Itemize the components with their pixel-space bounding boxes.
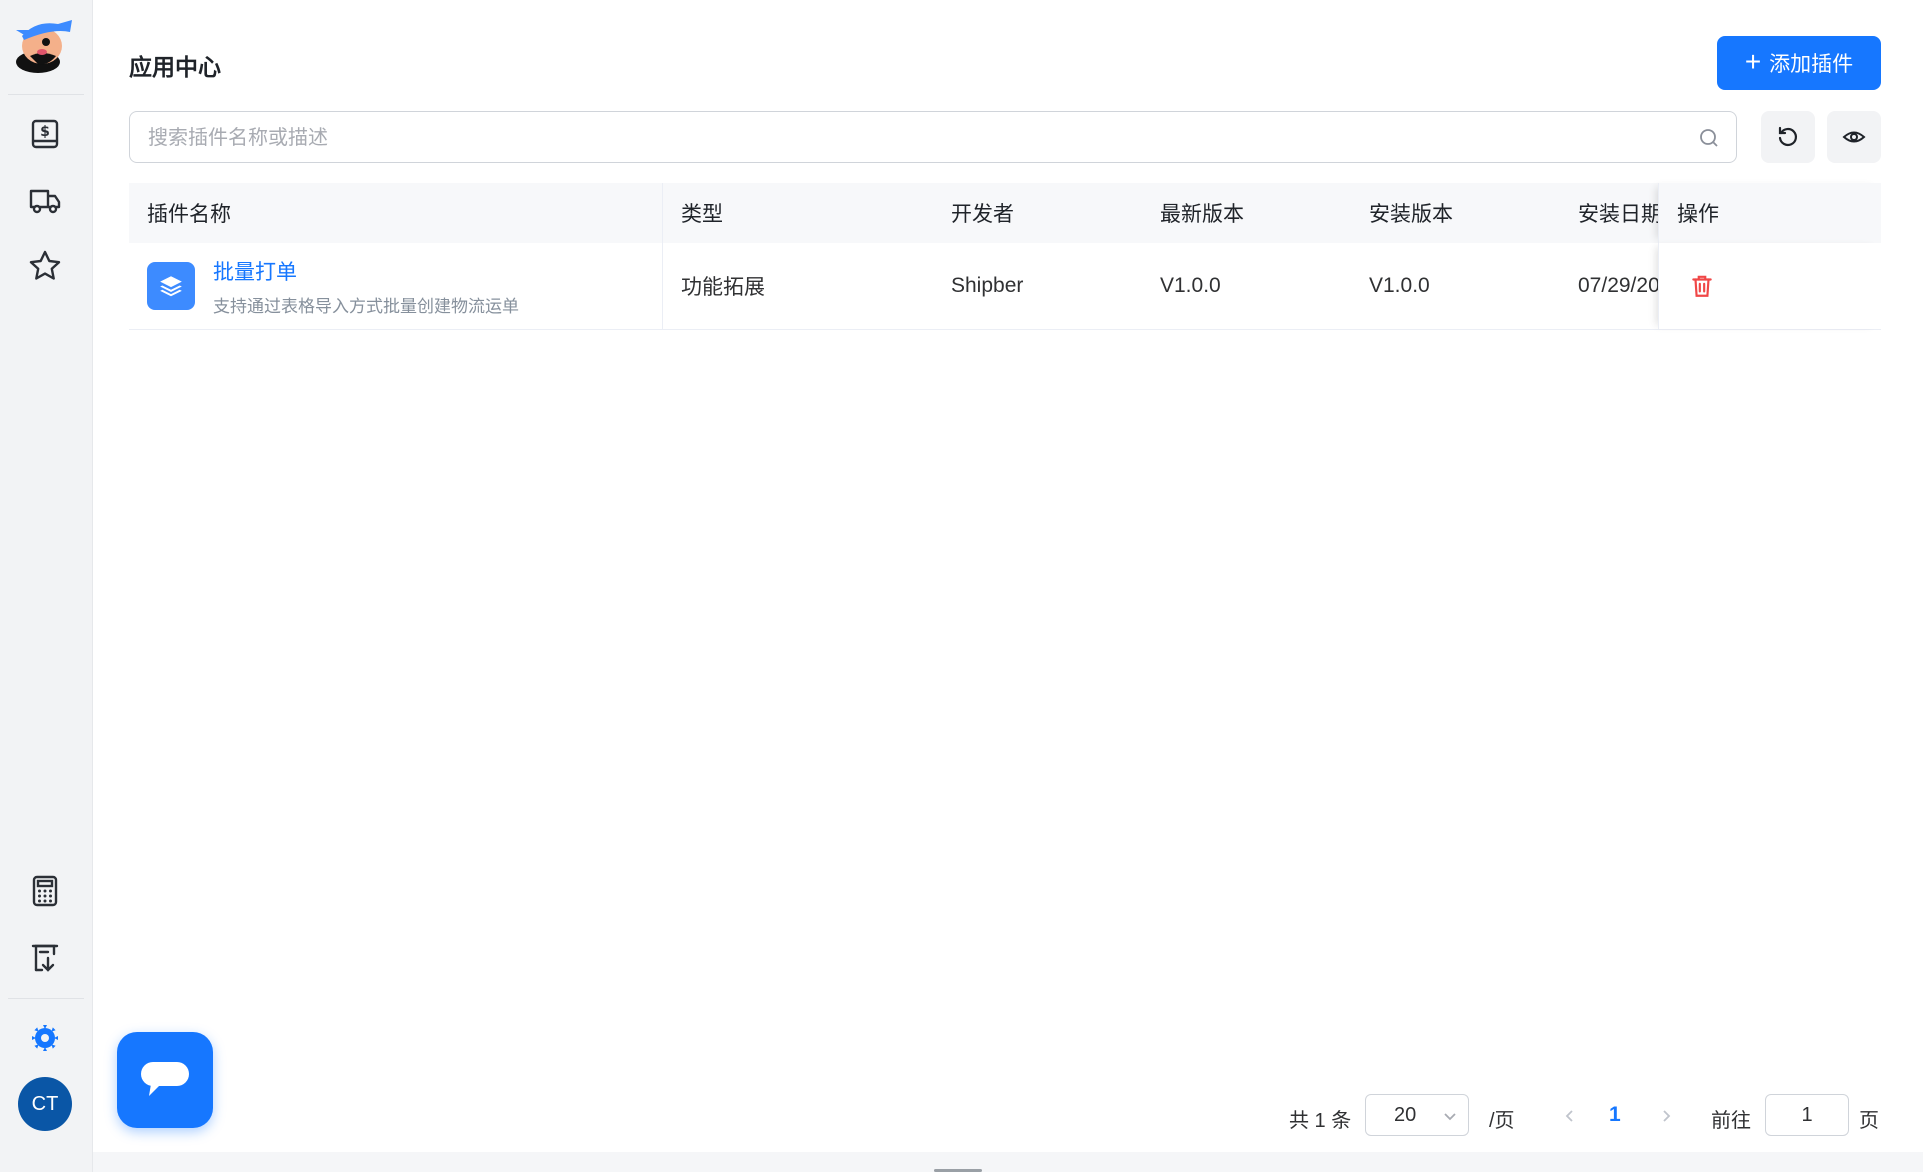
table-row[interactable]: 批量打单 支持通过表格导入方式批量创建物流运单 功能拓展 Shipber V1.… [129, 243, 1881, 330]
column-header-type[interactable]: 类型 [663, 183, 933, 243]
plugin-name-link[interactable]: 批量打单 [213, 256, 519, 286]
page-number-current[interactable]: 1 [1609, 1103, 1621, 1127]
page-size-value: 20 [1394, 1103, 1417, 1126]
plugin-type: 功能拓展 [681, 276, 765, 299]
brand-logo[interactable] [12, 16, 78, 74]
bottom-strip [93, 1152, 1923, 1172]
goto-page-suffix: 页 [1859, 1110, 1879, 1132]
avatar-initials: CT [31, 1092, 59, 1115]
view-button[interactable] [1827, 111, 1881, 163]
calculator-icon[interactable] [24, 870, 66, 912]
chat-support-button[interactable] [117, 1032, 213, 1128]
download-receipt-icon[interactable] [24, 936, 66, 978]
plugins-table: 插件名称 类型 开发者 最新版本 安装版本 安装日期 操作 批量打单 支持通过表… [129, 183, 1881, 330]
plus-icon: + [1744, 45, 1762, 77]
plugin-cell: 批量打单 支持通过表格导入方式批量创建物流运单 [129, 243, 663, 329]
pagination: 共 1 条 20 /页 1 前往 页 [93, 1094, 1923, 1138]
page-size-unit: /页 [1489, 1110, 1515, 1132]
sidebar-divider [8, 998, 84, 999]
truck-icon[interactable] [24, 179, 66, 221]
refresh-icon [1778, 126, 1798, 147]
column-header-install-date[interactable]: 安装日期 [1560, 183, 1658, 243]
sidebar: $ CT [0, 0, 93, 1172]
search-input[interactable] [130, 112, 1690, 164]
add-plugin-button[interactable]: + 添加插件 [1717, 36, 1881, 90]
actions-cell [1658, 243, 1881, 329]
dollar-bill-icon[interactable]: $ [24, 113, 66, 155]
plugin-latest-version: V1.0.0 [1160, 274, 1221, 297]
column-header-latest-version[interactable]: 最新版本 [1142, 183, 1351, 243]
star-icon[interactable] [24, 245, 66, 287]
svg-text:$: $ [40, 124, 50, 140]
plugin-description: 支持通过表格导入方式批量创建物流运单 [213, 296, 519, 316]
column-header-actions: 操作 [1658, 183, 1881, 243]
layers-icon [147, 262, 195, 310]
sidebar-divider [8, 94, 84, 95]
page-size-select[interactable]: 20 [1365, 1094, 1469, 1136]
pagination-total: 共 1 条 [1289, 1110, 1352, 1132]
plugin-install-date: 07/29/202 [1578, 274, 1658, 297]
search-icon[interactable] [1698, 127, 1720, 149]
column-header-developer[interactable]: 开发者 [933, 183, 1142, 243]
plugin-installed-version: V1.0.0 [1369, 274, 1430, 297]
eye-icon [1842, 131, 1866, 143]
table-header: 插件名称 类型 开发者 最新版本 安装版本 安装日期 操作 [129, 183, 1881, 243]
refresh-button[interactable] [1761, 111, 1815, 163]
main-panel: 应用中心 + 添加插件 插件名称 类型 开发者 最新版本 安装版本 安装日期 [93, 0, 1923, 1152]
prev-page-icon[interactable] [1559, 1104, 1579, 1128]
chevron-down-icon [1444, 1113, 1456, 1121]
page-title: 应用中心 [129, 54, 221, 80]
goto-page-input[interactable] [1765, 1094, 1849, 1136]
avatar[interactable]: CT [18, 1077, 72, 1131]
column-header-name[interactable]: 插件名称 [129, 183, 663, 243]
delete-icon[interactable] [1689, 273, 1715, 299]
next-page-icon[interactable] [1657, 1104, 1677, 1128]
search-box [129, 111, 1737, 164]
plugin-developer: Shipber [951, 274, 1024, 297]
chat-bubble-icon [141, 1062, 189, 1096]
goto-label: 前往 [1711, 1110, 1751, 1132]
gear-icon[interactable] [24, 1017, 66, 1059]
column-header-installed-version[interactable]: 安装版本 [1351, 183, 1560, 243]
add-plugin-label: 添加插件 [1769, 53, 1854, 76]
